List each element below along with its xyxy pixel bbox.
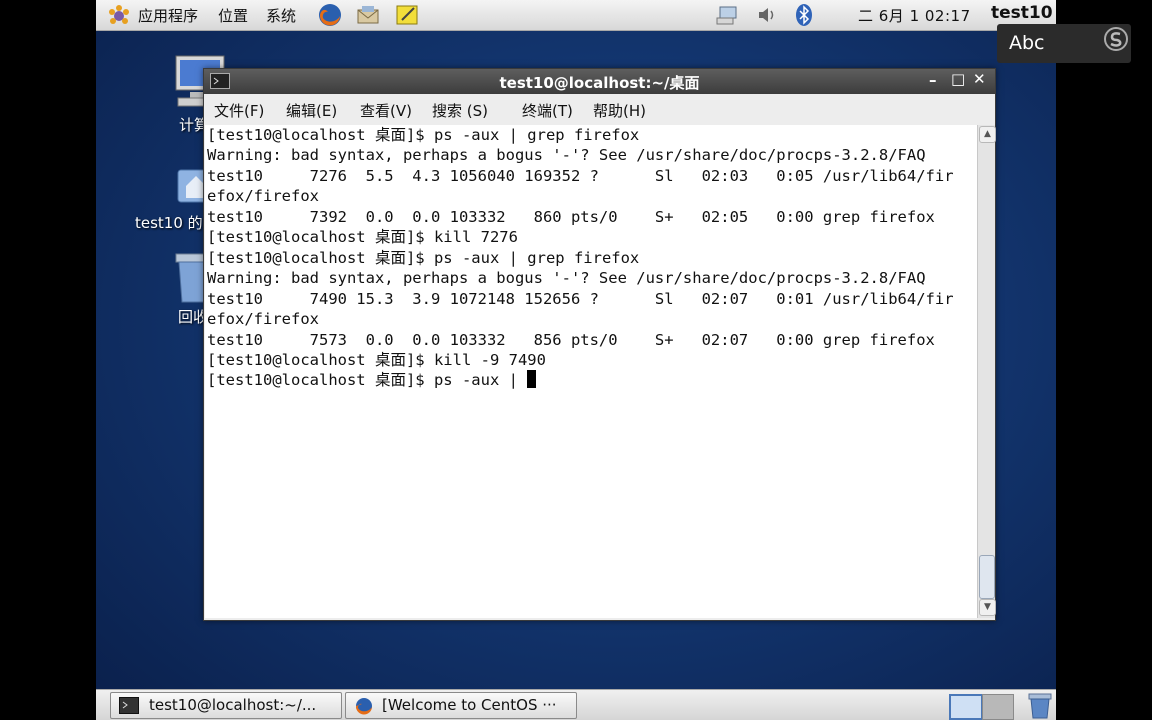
top-panel: 应用程序 位置 系统 二 6月 1 02:17 test10 [96, 0, 1056, 31]
terminal-line: efox/firefox [207, 310, 319, 329]
terminal-line: efox/firefox [207, 187, 319, 206]
scrollbar-thumb[interactable] [979, 555, 995, 599]
terminal-menubar: 文件(F) 编辑(E) 查看(V) 搜索 (S) 终端(T) 帮助(H) [204, 94, 995, 124]
menu-system[interactable]: 系统 [266, 5, 296, 26]
network-icon[interactable] [714, 2, 740, 28]
bluetooth-icon[interactable] [791, 2, 817, 28]
task-terminal-button[interactable]: test10@localhost:~/... [110, 692, 342, 719]
scroll-down-icon[interactable]: ▼ [979, 599, 996, 616]
text-cursor [527, 370, 537, 389]
terminal-output[interactable]: [test10@localhost 桌面]$ ps -aux | grep fi… [205, 125, 977, 618]
input-method-popup[interactable]: Abc [997, 24, 1131, 63]
task-label: [Welcome to CentOS ··· [382, 696, 557, 714]
menu-applications[interactable]: 应用程序 [138, 5, 198, 26]
gnome-foot-icon[interactable] [106, 2, 132, 28]
terminal-line: Warning: bad syntax, perhaps a bogus '-'… [207, 269, 926, 288]
terminal-line: test10 7392 0.0 0.0 103332 860 pts/0 S+ … [207, 207, 935, 226]
notes-icon[interactable] [394, 2, 420, 28]
volume-icon[interactable] [754, 2, 780, 28]
menu-terminal[interactable]: 终端(T) [522, 100, 573, 121]
menu-file[interactable]: 文件(F) [214, 100, 264, 121]
prompt-text: [test10@localhost 桌面]$ ps -aux | [207, 371, 528, 390]
terminal-line: test10 7276 5.5 4.3 1056040 169352 ? Sl … [207, 166, 954, 185]
window-title: test10@localhost:~/桌面 [499, 74, 700, 92]
firefox-icon [354, 696, 374, 720]
workspace-1[interactable] [949, 694, 983, 720]
terminal-line: [test10@localhost 桌面]$ kill 7276 [207, 228, 518, 247]
desktop-icon-label: test10 的 [135, 214, 203, 232]
menu-places[interactable]: 位置 [218, 5, 248, 26]
terminal-icon [119, 697, 139, 718]
close-button[interactable]: ✕ [973, 70, 986, 88]
terminal-line: [test10@localhost 桌面]$ ps -aux | grep fi… [207, 126, 640, 144]
menu-view[interactable]: 查看(V) [360, 100, 412, 121]
terminal-line: test10 7573 0.0 0.0 103332 856 pts/0 S+ … [207, 330, 935, 349]
workspace-2[interactable] [982, 694, 1014, 720]
terminal-line: [test10@localhost 桌面]$ kill -9 7490 [207, 350, 546, 369]
terminal-scrollbar[interactable]: ▲ ▼ [977, 125, 996, 618]
minimize-button[interactable]: – [929, 71, 937, 89]
terminal-line: test10 7490 15.3 3.9 1072148 152656 ? Sl… [207, 289, 954, 308]
menu-edit[interactable]: 编辑(E) [286, 100, 337, 121]
terminal-text: [test10@localhost 桌面]$ ps -aux | grep fi… [207, 125, 954, 391]
task-firefox-button[interactable]: [Welcome to CentOS ··· [345, 692, 577, 719]
menu-help[interactable]: 帮助(H) [593, 100, 646, 121]
task-label: test10@localhost:~/... [149, 696, 317, 714]
trash-applet-icon[interactable] [1028, 693, 1052, 720]
clock[interactable]: 二 6月 1 02:17 [858, 5, 971, 26]
menu-search[interactable]: 搜索 (S) [432, 100, 488, 121]
mail-client-icon[interactable] [355, 2, 381, 28]
terminal-window: test10@localhost:~/桌面 – □ ✕ 文件(F) 编辑(E) … [203, 68, 996, 621]
bottom-taskbar: test10@localhost:~/... [Welcome to CentO… [96, 689, 1056, 720]
terminal-line: Warning: bad syntax, perhaps a bogus '-'… [207, 146, 926, 165]
scroll-up-icon[interactable]: ▲ [979, 126, 996, 143]
sogou-logo-icon [1103, 26, 1129, 57]
ime-mode-label: Abc [1009, 32, 1045, 54]
terminal-line: [test10@localhost 桌面]$ ps -aux | grep fi… [207, 248, 640, 267]
firefox-icon[interactable] [317, 2, 343, 28]
user-menu[interactable]: test10 [991, 3, 1053, 23]
window-titlebar[interactable]: test10@localhost:~/桌面 – □ ✕ [204, 69, 995, 94]
terminal-prompt-line: [test10@localhost 桌面]$ ps -aux | [207, 370, 954, 390]
maximize-button[interactable]: □ [951, 70, 965, 88]
